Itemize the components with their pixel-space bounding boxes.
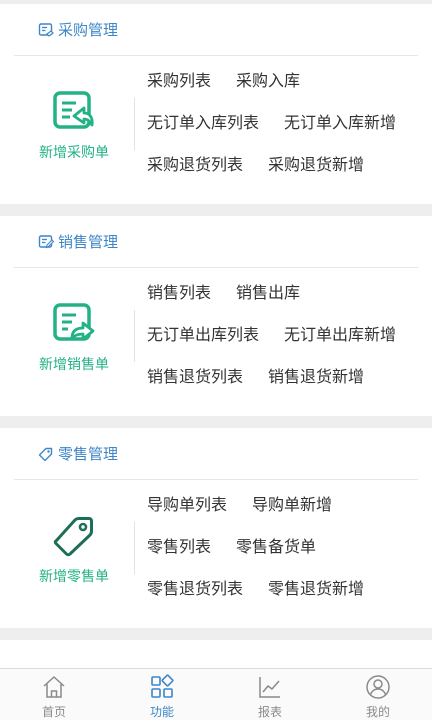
sales-section-title: 销售管理 (58, 233, 119, 251)
new-sales-order-button[interactable]: 新增销售单 (14, 302, 134, 374)
sales-link-row: 销售列表 销售出库 (147, 279, 300, 303)
sales-doc-icon (38, 234, 54, 248)
bottom-tab-bar: 首页 功能 报表 我的 (0, 668, 432, 720)
chart-icon (259, 677, 280, 698)
tab-functions[interactable]: 功能 (108, 669, 216, 720)
tab-mine-label: 我的 (365, 705, 390, 719)
new-purchase-icon (53, 91, 94, 129)
purchase-return-list-link[interactable]: 采购退货列表 (147, 151, 243, 175)
new-purchase-order-label: 新增采购单 (39, 145, 109, 161)
new-retail-order-button[interactable]: 新增零售单 (14, 514, 134, 586)
tab-reports-label: 报表 (257, 705, 282, 719)
guide-order-add-link[interactable]: 导购单新增 (252, 491, 332, 515)
no-order-inbound-add-link[interactable]: 无订单入库新增 (284, 109, 396, 133)
purchase-section-header: 采购管理 (14, 4, 418, 56)
tab-reports[interactable]: 报表 (216, 669, 324, 720)
tab-mine[interactable]: 我的 (324, 669, 432, 720)
sales-outbound-link[interactable]: 销售出库 (236, 279, 300, 303)
tag-icon (38, 447, 53, 461)
guide-order-list-link[interactable]: 导购单列表 (147, 491, 227, 515)
sales-return-add-link[interactable]: 销售退货新增 (268, 363, 364, 387)
new-retail-tag-icon (53, 517, 93, 557)
sales-section: 销售管理 新增销售单 销售列表 销售出库 无订单出库列表 无订单出库新增 销售退… (0, 216, 432, 416)
tab-functions-label: 功能 (149, 705, 174, 719)
function-page: 采购管理 新增采购单 采购列表 采购入库 无订单入库列表 无订单入库新增 采购退… (0, 0, 432, 668)
retail-link-row: 零售退货列表 零售退货新增 (147, 575, 364, 599)
next-section-partial (0, 640, 432, 668)
grid-icon (151, 674, 174, 698)
new-sales-order-label: 新增销售单 (39, 357, 109, 373)
no-order-outbound-list-link[interactable]: 无订单出库列表 (147, 321, 259, 345)
sales-divider (134, 310, 135, 362)
retail-stock-order-link[interactable]: 零售备货单 (236, 533, 316, 557)
purchase-link-row: 无订单入库列表 无订单入库新增 (147, 109, 396, 133)
retail-link-row: 零售列表 零售备货单 (147, 533, 316, 557)
retail-section: 零售管理 新增零售单 导购单列表 导购单新增 零售列表 零售备货单 零售退货列表… (0, 428, 432, 628)
new-purchase-order-button[interactable]: 新增采购单 (14, 90, 134, 162)
purchase-inbound-link[interactable]: 采购入库 (236, 67, 300, 91)
user-icon (366, 675, 390, 699)
purchase-doc-icon (38, 22, 54, 37)
sales-link-row: 无订单出库列表 无订单出库新增 (147, 321, 396, 345)
sales-section-header: 销售管理 (14, 216, 418, 268)
retail-return-add-link[interactable]: 零售退货新增 (268, 575, 364, 599)
purchase-return-add-link[interactable]: 采购退货新增 (268, 151, 364, 175)
purchase-section: 采购管理 新增采购单 采购列表 采购入库 无订单入库列表 无订单入库新增 采购退… (0, 4, 432, 204)
no-order-inbound-list-link[interactable]: 无订单入库列表 (147, 109, 259, 133)
sales-return-list-link[interactable]: 销售退货列表 (147, 363, 243, 387)
new-sales-icon (53, 303, 95, 341)
retail-section-header: 零售管理 (14, 428, 418, 480)
purchase-list-link[interactable]: 采购列表 (147, 67, 211, 91)
no-order-outbound-add-link[interactable]: 无订单出库新增 (284, 321, 396, 345)
retail-list-link[interactable]: 零售列表 (147, 533, 211, 557)
sales-link-row: 销售退货列表 销售退货新增 (147, 363, 364, 387)
tab-home[interactable]: 首页 (0, 669, 108, 720)
retail-return-list-link[interactable]: 零售退货列表 (147, 575, 243, 599)
retail-divider (134, 522, 135, 574)
tab-home-label: 首页 (41, 705, 66, 719)
purchase-section-title: 采购管理 (58, 21, 119, 39)
purchase-link-row: 采购列表 采购入库 (147, 67, 300, 91)
sales-list-link[interactable]: 销售列表 (147, 279, 211, 303)
purchase-divider (134, 98, 135, 150)
purchase-link-row: 采购退货列表 采购退货新增 (147, 151, 364, 175)
new-retail-order-label: 新增零售单 (39, 569, 109, 585)
home-icon (43, 676, 65, 698)
retail-link-row: 导购单列表 导购单新增 (147, 491, 332, 515)
retail-section-title: 零售管理 (58, 445, 119, 463)
